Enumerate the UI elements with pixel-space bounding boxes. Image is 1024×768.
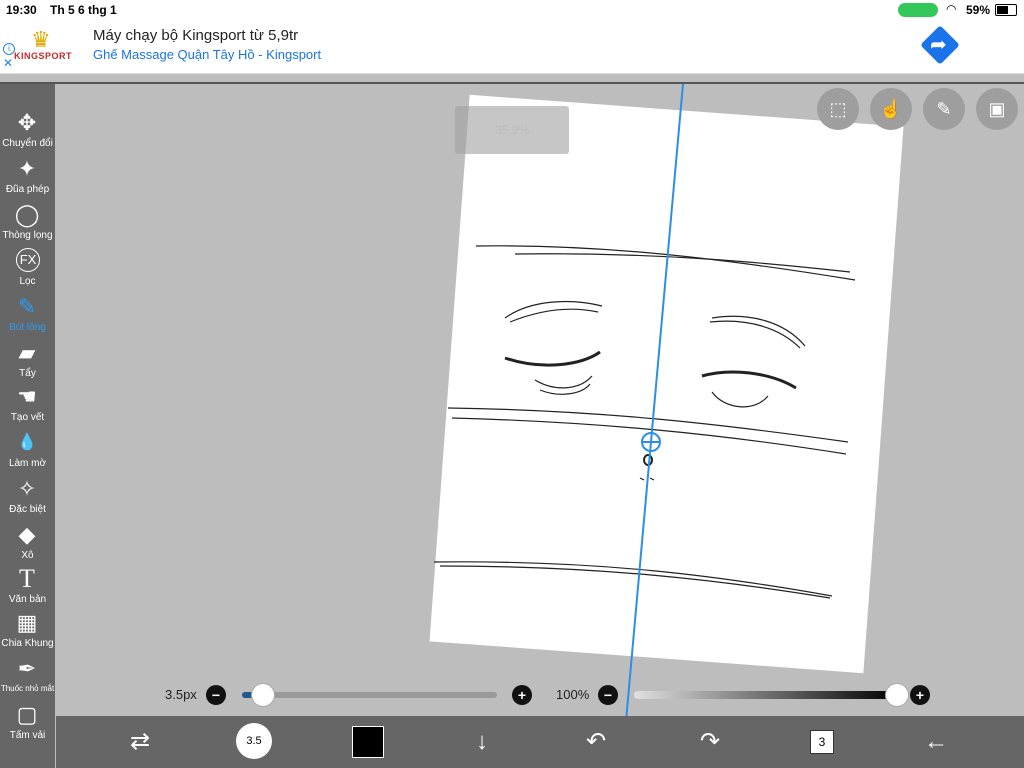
arrow-down-icon: ↓ <box>476 728 488 755</box>
ruler-icon: ✎ <box>936 99 952 119</box>
brush-size-thumb[interactable] <box>251 683 276 707</box>
bottom-toolbar: ⇄ 3.5 ↓ ↶ ↷ 3 ← <box>56 716 1024 768</box>
opacity-slider[interactable] <box>634 691 896 699</box>
brush-size-button[interactable]: 3.5 <box>236 723 272 759</box>
gallery-button[interactable]: ▣ <box>976 88 1018 130</box>
zoom-indicator: 35.9% <box>455 106 569 154</box>
brush-size-increase-button[interactable]: + <box>512 685 532 705</box>
ruler-button[interactable]: ✎ <box>923 88 965 130</box>
selection-button[interactable]: ⬚ <box>817 88 859 130</box>
swap-tools-icon: ⇄ <box>129 728 151 755</box>
opacity-decrease-button[interactable]: − <box>598 685 618 705</box>
slider-row: 3.5px − + 100% − + <box>0 680 1024 710</box>
selection-icon: ⬚ <box>829 99 847 119</box>
opacity-label: 100% <box>556 687 590 702</box>
brush-eraser-toggle-button[interactable]: ⇄ <box>122 724 158 760</box>
undo-button[interactable]: ↶ <box>578 724 614 760</box>
brush-size-decrease-button[interactable]: − <box>206 685 226 705</box>
brush-size-label: 3.5px <box>165 687 197 702</box>
back-button[interactable]: ← <box>918 724 954 760</box>
undo-icon: ↶ <box>585 728 607 755</box>
arrow-left-icon: ← <box>924 728 948 755</box>
opacity-increase-button[interactable]: + <box>910 685 930 705</box>
brush-size-slider[interactable] <box>242 692 497 698</box>
color-button[interactable] <box>352 726 384 758</box>
redo-icon: ↷ <box>699 728 721 755</box>
touch-button[interactable]: ☝ <box>870 88 912 130</box>
image-icon: ▣ <box>988 99 1006 119</box>
opacity-thumb[interactable] <box>885 683 909 707</box>
layers-button[interactable]: 3 <box>810 730 834 754</box>
hand-icon: ☝ <box>879 99 903 119</box>
redo-button[interactable]: ↷ <box>692 724 728 760</box>
download-button[interactable]: ↓ <box>464 724 500 760</box>
